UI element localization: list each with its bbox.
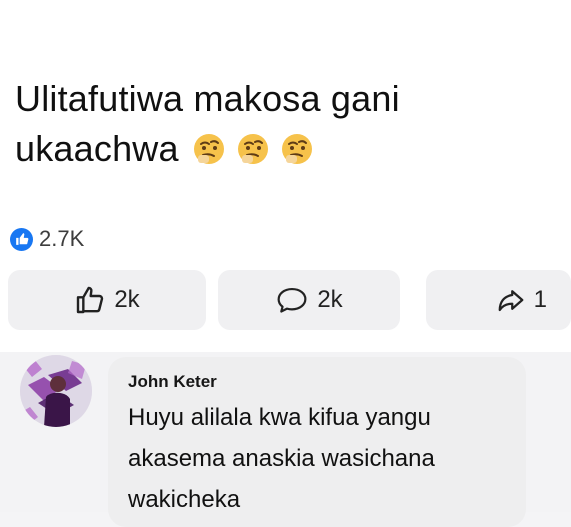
share-count: 1 (533, 286, 547, 313)
post-actions: 2k 2k 1 (0, 270, 571, 330)
share-icon (498, 290, 524, 312)
post-card: Ulitafutiwa makosa gani ukaachwa 2.7K 2k… (0, 0, 571, 352)
comment-icon (277, 287, 307, 313)
emoji-row (191, 131, 315, 167)
like-icon (77, 286, 104, 314)
commenter-avatar-image (20, 355, 92, 427)
comment-count: 2k (317, 286, 343, 313)
reaction-count: 2.7K (39, 226, 85, 251)
reaction-summary[interactable]: 2.7K (10, 226, 84, 252)
share-button[interactable]: 1 (426, 270, 571, 330)
thinking-face-icon (281, 134, 312, 165)
avatar[interactable] (20, 355, 92, 427)
comment-text: Huyu alilala kwa kifua yangu akasema ana… (128, 404, 435, 513)
like-reaction-icon (10, 227, 33, 251)
like-count: 2k (114, 286, 140, 313)
like-button[interactable]: 2k (8, 270, 206, 330)
comment-button[interactable]: 2k (218, 270, 400, 330)
comment-author[interactable]: John Keter (128, 372, 217, 392)
thinking-face-icon (193, 134, 224, 165)
thinking-face-icon (237, 134, 268, 165)
post-body: Ulitafutiwa makosa gani ukaachwa (15, 74, 535, 174)
